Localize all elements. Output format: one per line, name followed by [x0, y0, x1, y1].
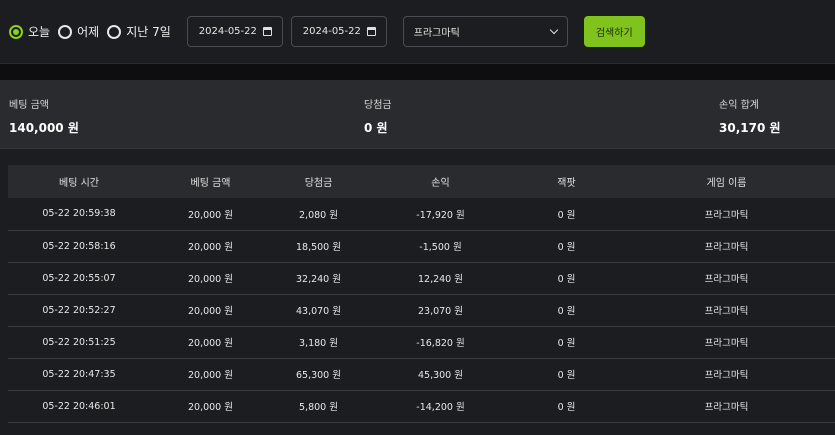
cell-win-amount: 5,800 원: [299, 402, 338, 413]
header-win-amount: 당첨금: [304, 178, 333, 189]
cell-game-name: 프라그마틱: [704, 370, 749, 381]
cell-win-amount: 3,180 원: [299, 338, 338, 349]
table-row: 05-22 20:46:01 20,000 원 5,800 원 -14,200 원 0 …: [8, 390, 835, 422]
radio-circle-icon: [107, 24, 122, 39]
cell-win-amount: 65,300 원: [295, 370, 341, 381]
bet-history-table-wrap: 베팅 시간 베팅 금액 당첨금 손익 잭팟 게임 이름 05-22 20:59:38 20,…: [8, 165, 835, 423]
cell-profit: -17,920 원: [416, 209, 465, 221]
cell-bet-amount: 20,000 원: [187, 402, 233, 413]
calendar-icon[interactable]: [366, 27, 376, 36]
cell-bet-time: 05-22 20:46:01: [42, 400, 116, 412]
table-row: 05-22 20:58:16 20,000 원 18,500 원 -1,500 원 0 …: [8, 230, 835, 262]
cell-jackpot: 0 원: [557, 209, 576, 221]
cell-jackpot: 0 원: [557, 306, 576, 317]
cell-profit: 23,070 원: [417, 306, 463, 317]
chevron-down-icon: [549, 25, 559, 35]
header-bet-time: 베팅 시간: [59, 178, 99, 189]
radio-circle-icon: [9, 24, 23, 39]
header-profit: 손익: [431, 178, 450, 189]
cell-win-amount: 2,080 원: [299, 209, 338, 221]
summary-profit: 손익 합계 30,170 원: [719, 96, 781, 136]
summary-bet: 베팅 금액 140,000 원: [9, 96, 79, 136]
cell-win-amount: 32,240 원: [295, 274, 341, 285]
summary-bet-value: 140,000 원: [9, 121, 79, 135]
table-body: 05-22 20:59:38 20,000 원 2,080 원 -17,920 원 0 …: [8, 198, 835, 422]
cell-bet-amount: 20,000 원: [187, 242, 233, 253]
cell-game-name: 프라그마틱: [704, 402, 749, 413]
date-from-input[interactable]: 2024-05-22: [186, 16, 283, 47]
header-game-name: 게임 이름: [706, 178, 747, 189]
radio-label: 지난 7일: [126, 25, 171, 39]
filter-bar: 오늘 어제 지난 7일 2024-05-22 2024-05-22 프라그마틱 …: [0, 0, 835, 64]
cell-game-name: 프라그마틱: [704, 306, 749, 317]
summary-profit-value: 30,170 원: [719, 121, 781, 135]
calendar-icon[interactable]: [262, 27, 272, 36]
date-to-value: 2024-05-22: [302, 26, 361, 37]
table-row: 05-22 20:47:35 20,000 원 65,300 원 45,300 원 0 …: [8, 358, 835, 390]
header-bet-amount: 베팅 금액: [190, 178, 231, 189]
bet-history-table: 베팅 시간 베팅 금액 당첨금 손익 잭팟 게임 이름 05-22 20:59:38 20,…: [8, 165, 835, 423]
cell-profit: -1,500 원: [419, 242, 462, 253]
radio-yesterday[interactable]: 어제: [58, 23, 99, 40]
search-button[interactable]: 검색하기: [583, 16, 645, 47]
cell-profit: -16,820 원: [416, 338, 465, 349]
radio-circle-icon: [58, 24, 73, 39]
radio-last-7-days[interactable]: 지난 7일: [107, 23, 171, 40]
cell-bet-amount: 20,000 원: [187, 274, 233, 285]
cell-win-amount: 43,070 원: [295, 306, 341, 317]
date-from-value: 2024-05-22: [198, 26, 257, 37]
cell-bet-time: 05-22 20:59:38: [42, 208, 116, 220]
cell-bet-amount: 20,000 원: [187, 370, 233, 381]
game-select-value: 프라그마틱: [413, 28, 460, 39]
cell-bet-amount: 20,000 원: [187, 306, 233, 317]
cell-game-name: 프라그마틱: [704, 338, 749, 349]
radio-label: 오늘: [28, 25, 51, 39]
table-row: 05-22 20:52:27 20,000 원 43,070 원 23,070 원 0 …: [8, 294, 835, 326]
cell-bet-time: 05-22 20:47:35: [42, 368, 116, 380]
table-row: 05-22 20:55:07 20,000 원 32,240 원 12,240 원 0 …: [8, 262, 835, 294]
table-row: 05-22 20:51:25 20,000 원 3,180 원 -16,820 원 0 …: [8, 326, 835, 358]
summary-win: 당첨금 0 원: [364, 96, 392, 136]
cell-game-name: 프라그마틱: [704, 209, 749, 221]
summary-win-label: 당첨금: [364, 100, 392, 111]
divider-strip: [0, 64, 835, 80]
radio-today[interactable]: 오늘: [9, 23, 50, 40]
cell-jackpot: 0 원: [557, 370, 576, 381]
cell-win-amount: 18,500 원: [295, 242, 341, 253]
cell-profit: 45,300 원: [417, 370, 463, 381]
cell-profit: -14,200 원: [416, 402, 465, 413]
cell-bet-time: 05-22 20:52:27: [42, 304, 116, 316]
summary-bet-label: 베팅 금액: [9, 100, 49, 111]
cell-bet-time: 05-22 20:58:16: [42, 240, 116, 252]
cell-game-name: 프라그마틱: [704, 274, 749, 285]
cell-profit: 12,240 원: [417, 274, 463, 285]
cell-jackpot: 0 원: [557, 274, 576, 285]
summary-profit-label: 손익 합계: [719, 100, 759, 111]
cell-bet-time: 05-22 20:51:25: [42, 336, 116, 348]
summary-panel: 베팅 금액 140,000 원 당첨금 0 원 손익 합계 30,170 원: [0, 80, 835, 149]
cell-jackpot: 0 원: [557, 338, 576, 349]
cell-bet-amount: 20,000 원: [187, 338, 233, 349]
cell-bet-time: 05-22 20:55:07: [42, 272, 116, 284]
cell-jackpot: 0 원: [557, 402, 576, 413]
cell-bet-amount: 20,000 원: [187, 209, 233, 221]
radio-label: 어제: [77, 25, 100, 39]
cell-game-name: 프라그마틱: [704, 242, 749, 253]
cell-jackpot: 0 원: [557, 242, 576, 253]
summary-win-value: 0 원: [364, 121, 388, 135]
game-select[interactable]: 프라그마틱: [402, 16, 568, 47]
date-to-input[interactable]: 2024-05-22: [290, 16, 387, 47]
table-row: 05-22 20:59:38 20,000 원 2,080 원 -17,920 원 0 …: [8, 198, 835, 230]
header-jackpot: 잭팟: [557, 178, 576, 189]
table-header-row: 베팅 시간 베팅 금액 당첨금 손익 잭팟 게임 이름: [8, 165, 835, 198]
